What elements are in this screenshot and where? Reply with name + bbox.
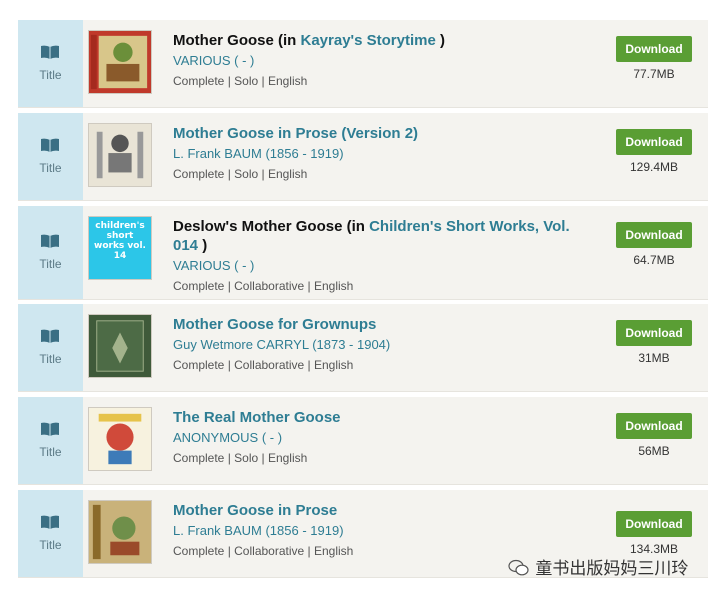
type-label: Title xyxy=(39,445,62,459)
item-info: Deslow's Mother Goose (in Children's Sho… xyxy=(173,217,583,294)
item-info: The Real Mother Goose ANONYMOUS ( - ) Co… xyxy=(173,408,583,466)
book-title[interactable]: Mother Goose for Grownups xyxy=(173,315,583,334)
item-info: Mother Goose in Prose L. Frank BAUM (185… xyxy=(173,501,583,559)
download-button[interactable]: Download xyxy=(616,222,692,248)
file-size: 129.4MB xyxy=(629,160,679,174)
book-title[interactable]: The Real Mother Goose xyxy=(173,408,583,427)
book-icon xyxy=(41,138,59,152)
book-icon xyxy=(41,45,59,59)
download-button[interactable]: Download xyxy=(616,413,692,439)
type-tag: Title xyxy=(18,113,83,200)
type-label: Title xyxy=(39,68,62,82)
author-link[interactable]: Guy Wetmore CARRYL (1873 - 1904) xyxy=(173,336,583,354)
watermark-text: 童书出版妈妈三川玲 xyxy=(535,559,689,579)
download-button[interactable]: Download xyxy=(616,511,692,537)
list-item: Title Mother Goose in Prose (Version 2) … xyxy=(18,113,708,201)
book-icon xyxy=(41,515,59,529)
item-meta: Complete | Solo | English xyxy=(173,167,308,181)
cover-image[interactable]: children's short works vol. 14 xyxy=(88,216,152,280)
book-icon xyxy=(41,234,59,248)
author-link[interactable]: L. Frank BAUM (1856 - 1919) xyxy=(173,522,583,540)
cover-image[interactable] xyxy=(88,30,152,94)
download-button[interactable]: Download xyxy=(616,320,692,346)
parent-collection-link[interactable]: Kayray's Storytime xyxy=(301,32,436,49)
book-icon xyxy=(41,329,59,343)
file-size: 31MB xyxy=(638,351,670,365)
list-item: Title children's short works vol. 14 Des… xyxy=(18,206,708,300)
type-tag: Title xyxy=(18,397,83,484)
book-title[interactable]: Mother Goose in Prose (Version 2) xyxy=(173,124,583,143)
book-icon xyxy=(41,422,59,436)
type-label: Title xyxy=(39,538,62,552)
cover-image[interactable] xyxy=(88,500,152,564)
author-link[interactable]: VARIOUS ( - ) xyxy=(173,257,583,275)
type-tag: Title xyxy=(18,490,83,577)
cover-image[interactable] xyxy=(88,407,152,471)
item-meta: Complete | Collaborative | English xyxy=(173,358,354,372)
cover-image[interactable] xyxy=(88,314,152,378)
book-title-link[interactable]: Mother Goose in Prose xyxy=(173,502,337,519)
cover-title-text: children's short works vol. 14 xyxy=(94,221,146,261)
download-button[interactable]: Download xyxy=(616,129,692,155)
file-size: 64.7MB xyxy=(633,253,675,267)
item-info: Mother Goose for Grownups Guy Wetmore CA… xyxy=(173,315,583,373)
author-link[interactable]: VARIOUS ( - ) xyxy=(173,52,583,70)
type-label: Title xyxy=(39,161,62,175)
type-tag: Title xyxy=(18,206,83,299)
type-tag: Title xyxy=(18,304,83,391)
author-link[interactable]: L. Frank BAUM (1856 - 1919) xyxy=(173,145,583,163)
cover-image[interactable] xyxy=(88,123,152,187)
item-meta: Complete | Solo | English xyxy=(173,451,308,465)
list-item: Title Mother Goose for Grownups Guy Wetm… xyxy=(18,304,708,392)
item-info: Mother Goose in Prose (Version 2) L. Fra… xyxy=(173,124,583,182)
item-meta: Complete | Collaborative | English xyxy=(173,279,354,293)
file-size: 77.7MB xyxy=(633,67,675,81)
item-info: Mother Goose (in Kayray's Storytime ) VA… xyxy=(173,31,583,89)
file-size: 56MB xyxy=(638,444,670,458)
book-title[interactable]: Mother Goose in Prose xyxy=(173,501,583,520)
book-title[interactable]: Mother Goose (in Kayray's Storytime ) xyxy=(173,31,583,50)
book-title-link[interactable]: Mother Goose for Grownups xyxy=(173,316,376,333)
watermark: 童书出版妈妈三川玲 xyxy=(508,554,688,579)
list-item: Title The Real Mother Goose ANONYMOUS ( … xyxy=(18,397,708,485)
download-button[interactable]: Download xyxy=(616,36,692,62)
list-item: Title Mother Goose (in Kayray's Storytim… xyxy=(18,20,708,108)
type-tag: Title xyxy=(18,20,83,107)
type-label: Title xyxy=(39,257,62,271)
wechat-icon xyxy=(508,559,529,576)
author-link[interactable]: ANONYMOUS ( - ) xyxy=(173,429,583,447)
book-title[interactable]: Deslow's Mother Goose (in Children's Sho… xyxy=(173,217,583,255)
type-label: Title xyxy=(39,352,62,366)
book-title-link[interactable]: The Real Mother Goose xyxy=(173,409,341,426)
book-title-link[interactable]: Mother Goose in Prose (Version 2) xyxy=(173,125,418,142)
item-meta: Complete | Solo | English xyxy=(173,74,308,88)
